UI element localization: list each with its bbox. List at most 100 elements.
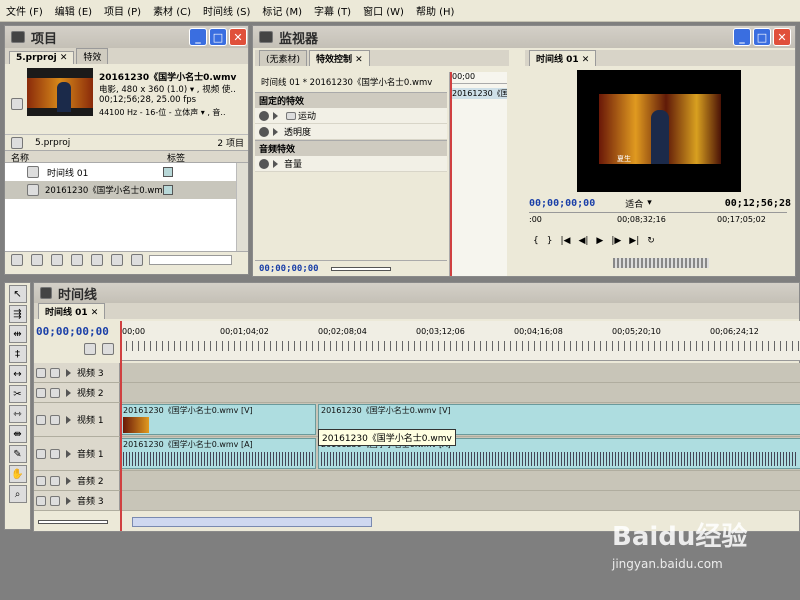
col-name[interactable]: 名称 xyxy=(5,151,161,164)
eye-icon[interactable] xyxy=(36,367,46,378)
track-body[interactable] xyxy=(120,363,800,382)
slide-tool-icon[interactable]: ⇼ xyxy=(8,425,27,443)
audio-effects-header[interactable]: 音频特效 xyxy=(255,140,447,156)
go-to-out-icon[interactable]: ▶| xyxy=(629,236,639,246)
snap-icon[interactable] xyxy=(84,343,96,355)
tab-sequence[interactable]: 时间线 01 ✕ xyxy=(38,303,106,319)
list-view-icon[interactable] xyxy=(11,253,23,266)
expand-icon[interactable] xyxy=(273,111,278,120)
speaker-icon[interactable] xyxy=(36,448,46,459)
lock-icon[interactable] xyxy=(50,387,60,398)
bin-icon[interactable] xyxy=(91,253,103,266)
maximize-button[interactable]: □ xyxy=(753,28,771,46)
audio-clip[interactable]: 20161230《国学小名士0.wmv [A] xyxy=(120,438,316,469)
mark-in-icon[interactable]: { xyxy=(533,236,539,246)
lock-icon[interactable] xyxy=(50,475,60,486)
fit-dropdown[interactable]: 适合 xyxy=(625,197,643,210)
project-scrollbar[interactable] xyxy=(236,163,248,251)
find-icon[interactable] xyxy=(71,253,83,266)
effect-timecode[interactable]: 00;00;00;00 xyxy=(259,264,319,274)
track-header[interactable]: 视频 3 xyxy=(34,363,120,382)
timeline-ruler[interactable]: 00;00 00;01;04;02 00;02;08;04 00;03;12;06 00… xyxy=(120,321,800,361)
eye-icon[interactable] xyxy=(36,414,46,425)
expand-icon[interactable] xyxy=(273,159,278,168)
minimize-button[interactable]: _ xyxy=(733,28,751,46)
timeline-timecode[interactable]: 00;00;00;00 xyxy=(34,325,120,338)
track-select-tool-icon[interactable]: ⇶ xyxy=(8,305,27,323)
menu-item[interactable]: 字幕 (T) xyxy=(308,3,357,18)
timeline-zoom-slider[interactable] xyxy=(38,520,108,524)
track-body[interactable]: 20161230《国学小名士0.wmv [V] 20161230《国学小名士0.w… xyxy=(120,403,800,436)
close-button[interactable]: ✕ xyxy=(229,28,247,46)
razor-tool-icon[interactable]: ✂ xyxy=(8,385,27,403)
project-hscroll[interactable] xyxy=(149,254,232,265)
lock-icon[interactable] xyxy=(50,414,60,425)
expand-icon[interactable] xyxy=(66,449,71,458)
menu-item[interactable]: 文件 (F) xyxy=(0,3,49,18)
track-body[interactable] xyxy=(120,491,800,510)
rolling-edit-tool-icon[interactable]: ‡ xyxy=(8,345,27,363)
ripple-edit-tool-icon[interactable]: ⇹ xyxy=(8,325,27,343)
marker-icon[interactable] xyxy=(102,343,114,355)
new-item-icon[interactable] xyxy=(111,253,123,266)
menu-item[interactable]: 素材 (C) xyxy=(147,3,197,18)
zoom-tool-icon[interactable]: ⌕ xyxy=(8,485,27,503)
track-body[interactable] xyxy=(120,383,800,402)
speaker-icon[interactable] xyxy=(36,495,46,506)
eye-icon[interactable] xyxy=(36,387,46,398)
col-label[interactable]: 标签 xyxy=(161,151,185,164)
program-ruler[interactable]: :00 00;08;32;16 00;17;05;02 xyxy=(529,212,787,230)
expand-icon[interactable] xyxy=(66,368,71,377)
hand-tool-icon[interactable]: ✋ xyxy=(8,465,27,483)
menu-item[interactable]: 标记 (M) xyxy=(256,3,308,18)
timeline-playhead[interactable] xyxy=(120,321,122,531)
chevron-down-icon[interactable]: ▾ xyxy=(647,198,652,208)
track-header[interactable]: 音频 2 xyxy=(34,471,120,490)
rate-stretch-tool-icon[interactable]: ↔ xyxy=(8,365,27,383)
play-button-icon[interactable]: ▶ xyxy=(596,236,603,246)
tab-effect-controls[interactable]: 特效控制 ✕ xyxy=(309,50,370,66)
expand-icon[interactable] xyxy=(66,496,71,505)
expand-icon[interactable] xyxy=(66,476,71,485)
menu-item[interactable]: 项目 (P) xyxy=(98,3,147,18)
slip-tool-icon[interactable]: ⇿ xyxy=(8,405,27,423)
menu-item[interactable]: 时间线 (S) xyxy=(197,3,256,18)
tab-program[interactable]: 时间线 01 ✕ xyxy=(529,50,597,66)
effect-row-motion[interactable]: 运动 xyxy=(255,108,447,124)
loop-icon[interactable]: ↻ xyxy=(647,236,655,246)
list-item[interactable]: 时间线 01 xyxy=(5,163,248,181)
tab-effects[interactable]: 特效 xyxy=(76,48,109,64)
track-header[interactable]: 视频 2 xyxy=(34,383,120,402)
menu-item[interactable]: 窗口 (W) xyxy=(357,3,410,18)
effect-row-opacity[interactable]: 透明度 xyxy=(255,124,447,140)
mark-out-icon[interactable]: } xyxy=(547,236,553,246)
speaker-icon[interactable] xyxy=(36,475,46,486)
track-body[interactable] xyxy=(120,471,800,490)
automate-icon[interactable] xyxy=(51,253,63,266)
zoom-slider[interactable] xyxy=(330,266,391,271)
video-clip[interactable]: 20161230《国学小名士0.wmv [V] xyxy=(120,404,316,435)
icon-view-icon[interactable] xyxy=(31,253,43,266)
track-header[interactable]: 音频 3 xyxy=(34,491,120,510)
play-icon[interactable] xyxy=(11,98,23,110)
eye-icon[interactable] xyxy=(259,110,269,121)
expand-icon[interactable] xyxy=(273,127,278,136)
lock-icon[interactable] xyxy=(50,495,60,506)
maximize-button[interactable]: □ xyxy=(209,28,227,46)
minimize-button[interactable]: _ xyxy=(189,28,207,46)
step-forward-icon[interactable]: |▶ xyxy=(611,236,621,246)
timeline-hscroll[interactable] xyxy=(132,517,372,527)
delete-icon[interactable] xyxy=(131,253,143,266)
tab-project-file[interactable]: 5.prproj ✕ xyxy=(9,51,75,64)
expand-icon[interactable] xyxy=(66,388,71,397)
step-back-icon[interactable]: ◀| xyxy=(578,236,588,246)
pen-tool-icon[interactable]: ✎ xyxy=(8,445,27,463)
go-to-in-icon[interactable]: |◀ xyxy=(560,236,570,246)
close-button[interactable]: ✕ xyxy=(773,28,791,46)
selection-tool-icon[interactable]: ↖ xyxy=(8,285,27,303)
tab-no-clip[interactable]: (无素材) xyxy=(259,50,308,66)
track-header[interactable]: 音频 1 xyxy=(34,437,120,470)
eye-icon[interactable] xyxy=(259,158,269,169)
list-item[interactable]: 20161230《国学小名士0.wmv xyxy=(5,181,248,199)
menu-item[interactable]: 编辑 (E) xyxy=(49,3,98,18)
